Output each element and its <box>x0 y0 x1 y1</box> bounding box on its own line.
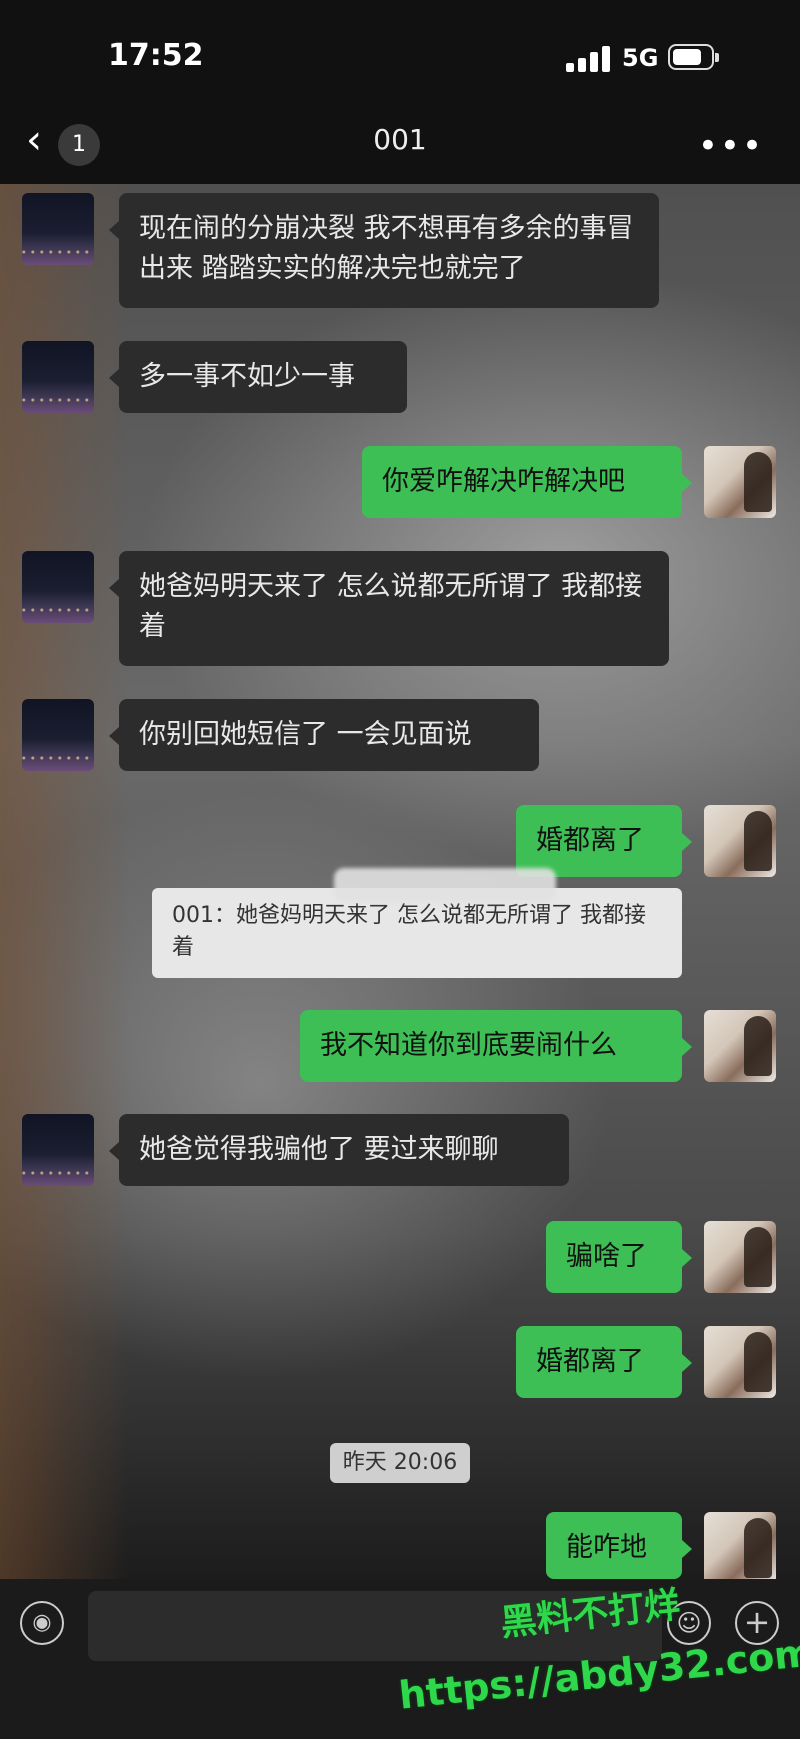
bubble-tail <box>109 727 119 745</box>
status-bar: 17:52 5G <box>0 0 800 100</box>
message-bubble-incoming[interactable]: 多一事不如少一事 <box>119 341 407 413</box>
my-avatar[interactable] <box>704 1326 776 1398</box>
bubble-tail <box>109 579 119 597</box>
message-bubble-outgoing[interactable]: 能咋地 <box>546 1512 682 1579</box>
message-bubble-incoming[interactable]: 现在闹的分崩决裂 我不想再有多余的事冒出来 踏踏实实的解决完也就完了 <box>119 193 659 308</box>
bubble-tail <box>682 1540 692 1558</box>
message-bubble-outgoing[interactable]: 骗啥了 <box>546 1221 682 1293</box>
contact-avatar[interactable] <box>22 551 94 623</box>
bubble-tail <box>109 1142 119 1160</box>
chat-screen: 17:52 5G ‹ 1 001 ••• 现在闹的分崩决裂 我不想再有多余的事冒… <box>0 0 800 1739</box>
message-bubble-outgoing[interactable]: 你爱咋解决咋解决吧 <box>362 446 682 518</box>
bubble-tail <box>682 1249 692 1267</box>
status-time: 17:52 <box>108 38 204 73</box>
my-avatar[interactable] <box>704 805 776 877</box>
message-bubble-incoming[interactable]: 她爸妈明天来了 怎么说都无所谓了 我都接着 <box>119 551 669 666</box>
contact-avatar[interactable] <box>22 341 94 413</box>
message-bubble-incoming[interactable]: 你别回她短信了 一会见面说 <box>119 699 539 771</box>
bubble-tail <box>109 221 119 239</box>
message-bubble-outgoing[interactable]: 婚都离了 <box>516 1326 682 1398</box>
contact-avatar[interactable] <box>22 1114 94 1186</box>
network-type: 5G <box>622 44 659 72</box>
message-bubble-outgoing[interactable]: 婚都离了 <box>516 805 682 877</box>
more-options-icon[interactable]: ••• <box>698 126 764 166</box>
my-avatar[interactable] <box>704 1221 776 1293</box>
redaction-blur <box>334 868 556 902</box>
voice-input-icon[interactable]: ◉ <box>20 1601 64 1645</box>
message-bubble-incoming[interactable]: 她爸觉得我骗他了 要过来聊聊 <box>119 1114 569 1186</box>
contact-avatar[interactable] <box>22 699 94 771</box>
message-bubble-outgoing[interactable]: 我不知道你到底要闹什么 <box>300 1010 682 1082</box>
bubble-tail <box>682 1354 692 1372</box>
my-avatar[interactable] <box>704 1512 776 1584</box>
signal-icon <box>566 44 612 72</box>
bubble-tail <box>682 1038 692 1056</box>
chat-title: 001 <box>373 123 427 156</box>
battery-icon <box>668 44 719 70</box>
bubble-tail <box>682 474 692 492</box>
message-timestamp: 昨天 20:06 <box>330 1443 470 1483</box>
my-avatar[interactable] <box>704 446 776 518</box>
bubble-tail <box>682 833 692 851</box>
bubble-tail <box>109 369 119 387</box>
my-avatar[interactable] <box>704 1010 776 1082</box>
contact-avatar[interactable] <box>22 193 94 265</box>
